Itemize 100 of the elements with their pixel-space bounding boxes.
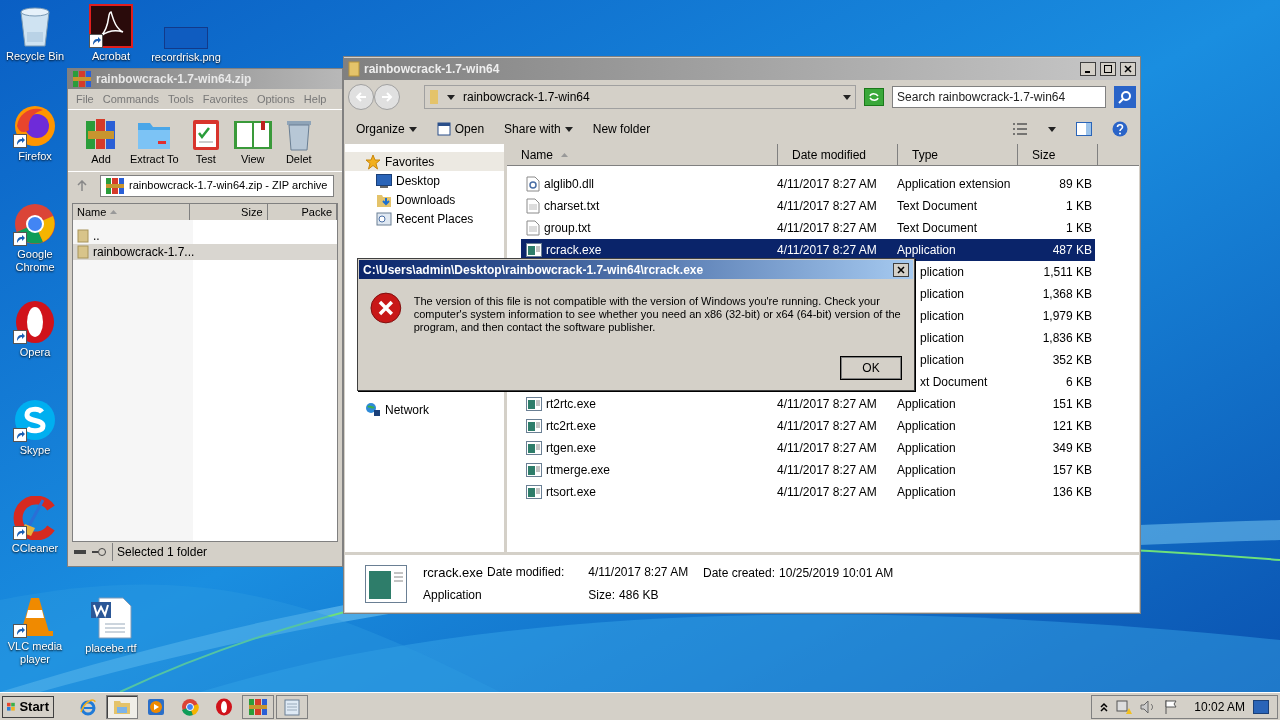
star-icon bbox=[365, 153, 381, 170]
search-button[interactable] bbox=[1114, 86, 1136, 108]
desktop-icon[interactable]: Recycle Bin bbox=[4, 4, 66, 63]
file-size: 157 KB bbox=[1052, 463, 1092, 477]
address-bar[interactable]: rainbowcrack-1.7-win64 bbox=[424, 85, 857, 109]
close-button[interactable] bbox=[1120, 62, 1136, 76]
maximize-button[interactable] bbox=[1100, 62, 1116, 76]
desktop-icon[interactable]: Skype bbox=[4, 398, 66, 457]
taskbar-app-button[interactable] bbox=[242, 694, 274, 719]
desktop-icon[interactable]: Google Chrome bbox=[4, 202, 66, 274]
file-row[interactable]: rtgen.exe 4/11/2017 8:27 AM Application 349 KB bbox=[521, 437, 1095, 459]
application-icon bbox=[365, 564, 407, 603]
file-type: Application bbox=[897, 463, 956, 477]
search-field[interactable]: Search rainbowcrack-1.7-win64 bbox=[892, 86, 1107, 108]
detail-value: 4/11/2017 8:27 AM bbox=[588, 563, 689, 581]
desktop-icon-label: recordrisk.png bbox=[151, 51, 221, 64]
file-type: Application bbox=[897, 419, 956, 433]
file-date: 4/11/2017 8:27 AM bbox=[777, 441, 877, 455]
file-size: 121 KB bbox=[1052, 419, 1092, 433]
file-row[interactable]: rtmerge.exe 4/11/2017 8:27 AM Application 157 KB bbox=[521, 459, 1095, 481]
file-name: group.txt bbox=[544, 220, 591, 237]
taskbar-app-button[interactable] bbox=[106, 694, 138, 719]
books-icon bbox=[105, 176, 125, 195]
file-row[interactable]: group.txt 4/11/2017 8:27 AM Text Document 1 KB bbox=[521, 217, 1095, 239]
column-header[interactable]: Name bbox=[507, 144, 778, 165]
desktop-icon[interactable]: Opera bbox=[4, 300, 66, 359]
monitor-icon bbox=[376, 173, 392, 188]
column-header[interactable]: Type bbox=[898, 144, 1018, 165]
window-title: rainbowcrack-1.7-win64 bbox=[364, 61, 501, 78]
start-button[interactable]: Start bbox=[2, 695, 54, 718]
window-title: C:\Users\admin\Desktop\rainbowcrack-1.7-win64\rcrack.exe bbox=[363, 261, 705, 279]
column-header[interactable]: Date modified bbox=[778, 144, 898, 165]
sidebar-item[interactable]: Downloads bbox=[345, 190, 504, 209]
acrobat-icon bbox=[89, 4, 133, 48]
up-arrow-icon bbox=[76, 179, 88, 192]
archive-row[interactable]: .. bbox=[73, 228, 337, 244]
desktop-icon[interactable]: Acrobat bbox=[80, 4, 142, 63]
address-field[interactable]: rainbowcrack-1.7-win64.zip - ZIP archive bbox=[100, 174, 334, 197]
command-button[interactable]: New folder bbox=[592, 120, 651, 138]
folder-icon bbox=[77, 229, 89, 243]
file-type: Application extension bbox=[897, 177, 1011, 191]
file-name: rtmerge.exe bbox=[546, 462, 611, 479]
file-date: 4/11/2017 8:27 AM bbox=[777, 397, 877, 411]
books-icon bbox=[248, 697, 268, 716]
file-size: 151 KB bbox=[1052, 397, 1092, 411]
file-row[interactable]: rtsort.exe 4/11/2017 8:27 AM Application 136 KB bbox=[521, 481, 1095, 503]
ok-button[interactable]: OK bbox=[840, 356, 902, 380]
sidebar-item[interactable]: Favorites bbox=[345, 152, 504, 171]
file-size: 352 KB bbox=[1052, 353, 1092, 367]
close-button[interactable] bbox=[893, 262, 909, 277]
file-name: rcrack.exe bbox=[423, 563, 483, 582]
detail-value: 486 KB bbox=[619, 587, 659, 605]
sidebar-item[interactable]: Network bbox=[345, 400, 504, 419]
open-window-icon bbox=[436, 122, 451, 136]
sidebar-item[interactable]: Recent Places bbox=[345, 209, 504, 228]
command-button[interactable]: Share with bbox=[504, 120, 573, 138]
file-row[interactable]: rtc2rt.exe 4/11/2017 8:27 AM Application 121 KB bbox=[521, 415, 1095, 437]
sidebar-item[interactable]: Desktop bbox=[345, 171, 504, 190]
file-name: rtgen.exe bbox=[546, 440, 597, 457]
caret-icon bbox=[564, 126, 573, 132]
ccleaner-icon bbox=[13, 496, 57, 540]
file-size: 1,979 KB bbox=[1042, 309, 1092, 323]
desktop-icon[interactable]: Firefox bbox=[4, 104, 66, 163]
toolbar-button[interactable]: Extract To bbox=[130, 113, 179, 171]
detail-label: Date modified: bbox=[486, 563, 565, 581]
minimize-button[interactable] bbox=[1080, 62, 1096, 76]
application-icon bbox=[526, 243, 542, 257]
file-size: 349 KB bbox=[1052, 441, 1092, 455]
file-row[interactable]: rcrack.exe 4/11/2017 8:27 AM Application 487 KB bbox=[521, 239, 1095, 261]
refresh-button[interactable] bbox=[864, 88, 885, 106]
file-type: Application bbox=[897, 441, 956, 455]
file-date: 4/11/2017 8:27 AM bbox=[777, 177, 877, 191]
view-list-icon bbox=[1012, 123, 1028, 135]
file-type: plication bbox=[920, 309, 965, 323]
command-button[interactable]: Open bbox=[436, 120, 485, 138]
file-date: 4/11/2017 8:27 AM bbox=[777, 485, 877, 499]
network-warning-icon bbox=[1116, 698, 1133, 715]
file-row[interactable]: alglib0.dll 4/11/2017 8:27 AM Application extension 89 KB bbox=[521, 173, 1095, 195]
application-icon bbox=[526, 419, 542, 433]
application-icon bbox=[526, 441, 542, 455]
toolbar-button[interactable]: Add bbox=[84, 113, 118, 171]
desktop-icon-label: Recycle Bin bbox=[5, 50, 65, 63]
toolbar-button[interactable]: View bbox=[232, 113, 273, 171]
file-row[interactable]: rt2rtc.exe 4/11/2017 8:27 AM Application 151 KB bbox=[521, 393, 1095, 415]
chevron-up-icon bbox=[1100, 701, 1109, 712]
command-button[interactable]: Organize bbox=[356, 120, 417, 138]
desktop-icon[interactable]: CCleaner bbox=[4, 496, 66, 555]
file-type: Text Document bbox=[897, 221, 978, 235]
toolbar-button[interactable]: Delet bbox=[284, 113, 313, 171]
archive-row[interactable]: rainbowcrack-1.7... bbox=[73, 244, 337, 260]
help-icon bbox=[1112, 121, 1128, 137]
text-file-icon bbox=[526, 198, 540, 214]
folder-icon bbox=[77, 245, 89, 259]
file-row[interactable]: charset.txt 4/11/2017 8:27 AM Text Document 1 KB bbox=[521, 195, 1095, 217]
detail-label: Date created: bbox=[703, 565, 776, 582]
desktop-icon-label: CCleaner bbox=[11, 542, 59, 555]
file-type: plication bbox=[920, 287, 965, 301]
column-header[interactable]: Size bbox=[1018, 144, 1098, 165]
status-text: Selected 1 folder bbox=[112, 543, 208, 561]
toolbar-button[interactable]: Test bbox=[190, 113, 221, 171]
